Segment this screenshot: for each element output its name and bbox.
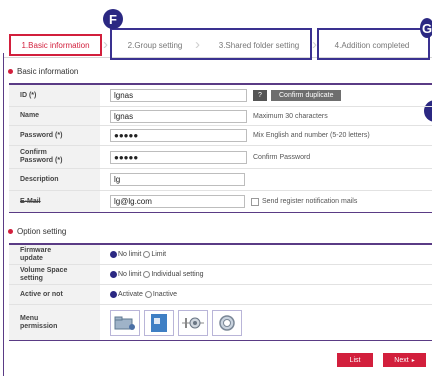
section-title: Basic information [17, 67, 79, 76]
field-label: Firmware update [9, 245, 100, 264]
field-label: Description [9, 169, 100, 190]
field-hint: Confirm Password [253, 153, 311, 161]
radio-selected-icon [110, 291, 117, 298]
radio-label: No limit [118, 251, 142, 258]
firmware-no-limit-radio[interactable]: No limit [110, 251, 141, 258]
help-button[interactable]: ? [253, 90, 267, 101]
field-label: Volume Space setting [9, 265, 100, 284]
folder-icon [114, 316, 135, 330]
row-firmware: Firmware update No limit Limit [9, 245, 432, 265]
activate-radio[interactable]: Activate [110, 291, 143, 298]
field-label: Password (*) [9, 126, 100, 145]
checkbox-label: Send register notification mails [262, 198, 358, 205]
perm-settings-button[interactable] [212, 309, 242, 336]
chevron-right-icon: › [103, 36, 108, 53]
content-frame-edge [3, 53, 4, 376]
notification-checkbox[interactable] [251, 197, 259, 206]
callout-box-f [110, 28, 312, 60]
row-volume-space: Volume Space setting No limit Individual… [9, 265, 432, 285]
radio-label: Limit [151, 251, 167, 258]
id-input[interactable]: lgnas [110, 89, 247, 102]
radio-icon [143, 251, 151, 258]
email-input[interactable]: lg@lg.com [110, 195, 245, 208]
option-setting-table: Firmware update No limit Limit Volume Sp… [9, 243, 432, 341]
row-confirm-password: Confirm Password (*) ●●●●● Confirm Passw… [9, 146, 432, 169]
radio-label: No limit [118, 271, 142, 278]
callout-badge-f: F [103, 9, 123, 29]
field-hint: Maximum 30 characters [253, 112, 328, 120]
bullet-icon [8, 229, 13, 234]
basic-info-heading: Basic information [8, 67, 78, 76]
field-label: Name [9, 107, 100, 125]
radio-selected-icon [110, 271, 117, 278]
row-id: ID (*) lgnas ? Confirm duplicate [9, 85, 432, 107]
radio-selected-icon [110, 251, 117, 258]
label-line: update [20, 254, 43, 262]
label-line: permission [20, 322, 58, 330]
perm-backup-button[interactable] [178, 309, 208, 336]
field-label: ID (*) [9, 85, 100, 106]
radio-icon [144, 291, 152, 298]
confirm-password-input[interactable]: ●●●●● [110, 150, 247, 164]
step-label: 1.Basic information [21, 40, 90, 50]
list-button[interactable]: List [337, 353, 373, 367]
callout-box-g [317, 28, 430, 60]
arrow-right-icon: ▸ [411, 357, 415, 364]
backup-icon [182, 317, 204, 328]
field-label: Menu permission [9, 305, 100, 340]
field-label: Active or not [9, 285, 100, 304]
label-line: Confirm [20, 149, 47, 156]
field-label: E-Mail [9, 191, 100, 212]
radio-label: Activate [118, 291, 143, 298]
row-email: E-Mail lg@lg.com Send register notificat… [9, 191, 432, 213]
radio-label: Individual setting [151, 271, 204, 278]
field-label: Confirm Password (*) [9, 146, 100, 168]
bullet-icon [8, 69, 13, 74]
next-button[interactable]: Next ▸ [383, 353, 426, 367]
next-label: Next [394, 356, 409, 364]
name-input[interactable]: lgnas [110, 109, 247, 123]
volume-no-limit-radio[interactable]: No limit [110, 271, 141, 278]
label-line: Firmware [20, 246, 52, 254]
option-setting-heading: Option setting [8, 227, 66, 236]
password-input[interactable]: ●●●●● [110, 129, 247, 142]
document-icon [151, 313, 167, 332]
row-menu-permission: Menu permission [9, 305, 432, 341]
basic-info-table: ID (*) lgnas ? Confirm duplicate Name lg… [9, 83, 432, 213]
row-active: Active or not Activate Inactive [9, 285, 432, 305]
step-basic-information[interactable]: 1.Basic information [9, 34, 102, 56]
firmware-limit-radio[interactable]: Limit [143, 251, 166, 258]
callout-badge-g: G [420, 18, 432, 38]
inactivate-radio[interactable]: Inactive [144, 291, 178, 298]
label-line: setting [20, 274, 43, 282]
perm-folder-button[interactable] [110, 309, 140, 336]
label-line: Volume Space [20, 266, 68, 274]
radio-label: Inactive [152, 291, 178, 298]
description-input[interactable]: lg [110, 173, 245, 186]
label-line: Menu [20, 314, 39, 322]
settings-icon [219, 314, 235, 331]
confirm-duplicate-button[interactable]: Confirm duplicate [271, 90, 342, 101]
perm-document-button[interactable] [144, 309, 174, 336]
row-name: Name lgnas Maximum 30 characters [9, 107, 432, 126]
section-title: Option setting [17, 227, 67, 236]
radio-icon [143, 271, 151, 278]
row-password: Password (*) ●●●●● Mix English and numbe… [9, 126, 432, 146]
field-hint: Mix English and number (5-20 letters) [253, 132, 370, 139]
row-description: Description lg [9, 169, 432, 191]
volume-individual-radio[interactable]: Individual setting [143, 271, 204, 278]
label-line: Password (*) [20, 157, 63, 164]
